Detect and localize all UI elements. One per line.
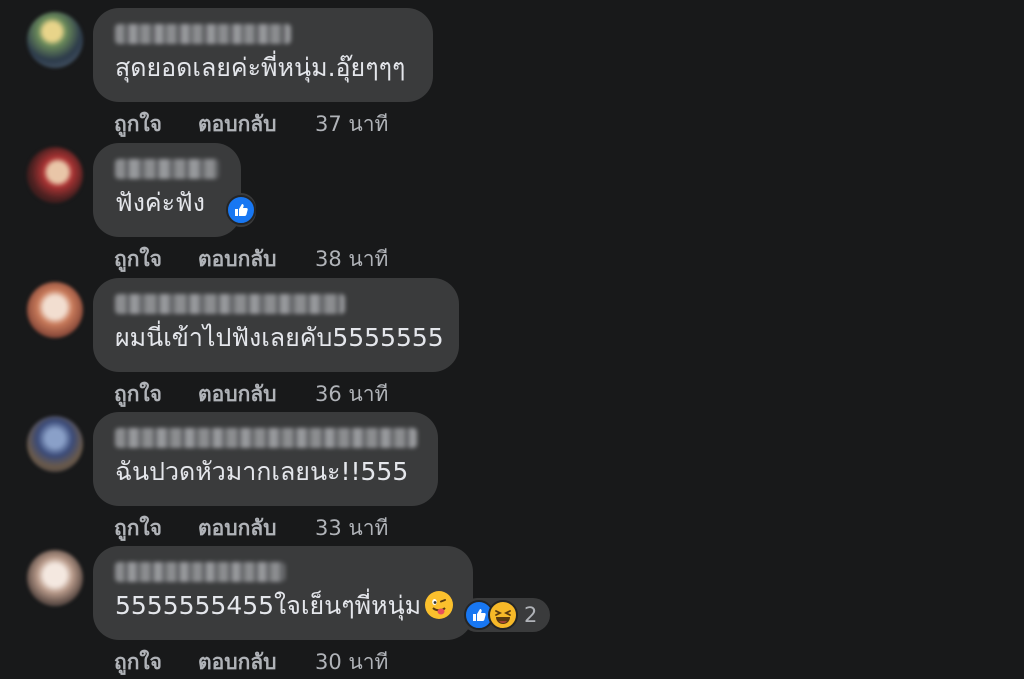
- author-name-blurred[interactable]: [115, 428, 417, 448]
- reply-button[interactable]: ตอบกลับ: [198, 243, 277, 276]
- author-name-blurred[interactable]: [115, 562, 285, 582]
- like-button[interactable]: ถูกใจ: [114, 512, 162, 545]
- comment-bubble: ฟังค่ะฟัง: [93, 143, 241, 237]
- like-button[interactable]: ถูกใจ: [114, 646, 162, 679]
- comment-text: ฉันปวดหัวมากเลยนะ!!555: [115, 457, 409, 486]
- avatar[interactable]: [27, 282, 83, 338]
- tongue-out-emoji-icon: [425, 591, 454, 619]
- comment-bubble: ผมนี่เข้าไปฟังเลยคับ5555555: [93, 278, 459, 372]
- haha-icon: [488, 600, 518, 630]
- avatar[interactable]: [27, 416, 83, 472]
- like-button[interactable]: ถูกใจ: [114, 378, 162, 411]
- comment-text: ฟังค่ะฟัง: [115, 188, 205, 217]
- avatar[interactable]: [27, 550, 83, 606]
- avatar[interactable]: [27, 147, 83, 203]
- reaction-badge[interactable]: 2: [460, 598, 550, 632]
- like-button[interactable]: ถูกใจ: [114, 243, 162, 276]
- avatar[interactable]: [27, 12, 83, 68]
- timestamp[interactable]: 33 นาที: [315, 512, 388, 545]
- comment-bubble: ฉันปวดหัวมากเลยนะ!!555: [93, 412, 438, 506]
- reply-button[interactable]: ตอบกลับ: [198, 108, 277, 141]
- timestamp[interactable]: 38 นาที: [315, 243, 388, 276]
- like-button[interactable]: ถูกใจ: [114, 108, 162, 141]
- reaction-count: 2: [524, 603, 538, 627]
- comment-text: 5555555455ใจเย็นๆพี่หนุ่ม: [115, 591, 422, 620]
- comment-text-row: 5555555455ใจเย็นๆพี่หนุ่ม: [115, 590, 454, 622]
- comment-bubble: สุดยอดเลยค่ะพี่หนุ่ม.อุ๊ยๆๆๆ: [93, 8, 433, 102]
- timestamp[interactable]: 36 นาที: [315, 378, 388, 411]
- comment-bubble: 5555555455ใจเย็นๆพี่หนุ่ม: [93, 546, 473, 640]
- comment-text: สุดยอดเลยค่ะพี่หนุ่ม.อุ๊ยๆๆๆ: [115, 53, 406, 82]
- reply-button[interactable]: ตอบกลับ: [198, 512, 277, 545]
- author-name-blurred[interactable]: [115, 24, 291, 44]
- reply-button[interactable]: ตอบกลับ: [198, 646, 277, 679]
- timestamp[interactable]: 37 นาที: [315, 108, 388, 141]
- comment-text: ผมนี่เข้าไปฟังเลยคับ5555555: [115, 323, 444, 352]
- comment-feed: สุดยอดเลยค่ะพี่หนุ่ม.อุ๊ยๆๆๆ ถูกใจ ตอบกล…: [0, 0, 1024, 679]
- author-name-blurred[interactable]: [115, 159, 219, 179]
- timestamp[interactable]: 30 นาที: [315, 646, 388, 679]
- reaction-badge[interactable]: [226, 193, 256, 227]
- like-icon: [226, 195, 256, 225]
- author-name-blurred[interactable]: [115, 294, 345, 314]
- reply-button[interactable]: ตอบกลับ: [198, 378, 277, 411]
